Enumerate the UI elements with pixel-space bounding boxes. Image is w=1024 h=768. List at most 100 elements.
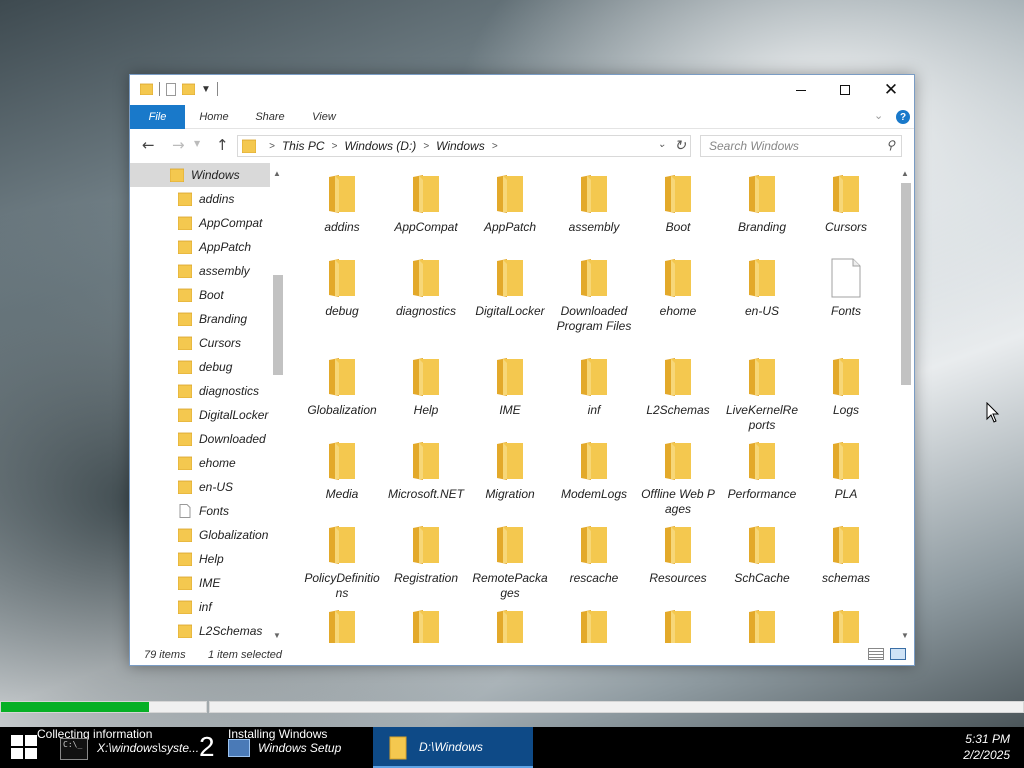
file-item[interactable]: schemas	[804, 525, 888, 586]
breadcrumb-chevron-icon[interactable]: >	[332, 141, 338, 152]
file-item[interactable]	[552, 609, 636, 643]
nav-item[interactable]: addins	[177, 187, 234, 211]
nav-item[interactable]: assembly	[177, 259, 250, 283]
nav-item[interactable]: Downloaded	[177, 427, 266, 451]
file-item[interactable]: PolicyDefinitions	[300, 525, 384, 601]
system-clock[interactable]: 5:31 PM 2/2/2025	[963, 731, 1010, 763]
file-item[interactable]: Resources	[636, 525, 720, 586]
file-item[interactable]	[468, 609, 552, 643]
search-input[interactable]: Search Windows ⚲	[700, 135, 902, 157]
breadcrumb-chevron-icon[interactable]: >	[492, 141, 498, 152]
file-item[interactable]: AppPatch	[468, 174, 552, 235]
scrollbar-thumb[interactable]	[273, 275, 283, 375]
task-explorer[interactable]: D:\Windows	[373, 727, 533, 768]
nav-item[interactable]: en-US	[177, 475, 233, 499]
file-item[interactable]: Help	[384, 357, 468, 418]
file-item[interactable]	[300, 609, 384, 643]
file-item[interactable]	[384, 609, 468, 643]
scroll-down-arrow-icon[interactable]: ▼	[273, 631, 281, 640]
nav-item[interactable]: Help	[177, 547, 224, 571]
tab-home[interactable]: Home	[190, 105, 238, 129]
file-item[interactable]: ModemLogs	[552, 441, 636, 502]
minimize-button[interactable]	[778, 75, 824, 105]
nav-item[interactable]: L2Schemas	[177, 619, 262, 643]
nav-item[interactable]: debug	[177, 355, 232, 379]
file-item[interactable]: SchCache	[720, 525, 804, 586]
file-item[interactable]: Offline Web Pages	[636, 441, 720, 517]
refresh-icon[interactable]: ↻	[674, 137, 686, 154]
nav-scrollbar[interactable]: ▲ ▼	[270, 167, 286, 643]
file-item[interactable]	[804, 609, 888, 643]
file-item[interactable]: Cursors	[804, 174, 888, 235]
file-item[interactable]: Fonts	[804, 258, 888, 319]
breadcrumb-windows[interactable]: Windows	[436, 139, 485, 153]
tab-view[interactable]: View	[302, 105, 346, 129]
nav-item[interactable]: AppCompat	[177, 211, 262, 235]
file-item[interactable]: rescache	[552, 525, 636, 586]
file-item[interactable]: Migration	[468, 441, 552, 502]
forward-arrow-icon[interactable]: →	[172, 136, 185, 154]
tab-file[interactable]: File	[130, 105, 185, 129]
nav-item[interactable]: Globalization	[177, 523, 268, 547]
file-item[interactable]: inf	[552, 357, 636, 418]
scrollbar-thumb[interactable]	[901, 183, 911, 385]
file-item[interactable]: Microsoft.NET	[384, 441, 468, 502]
large-icons-view-icon[interactable]	[890, 648, 906, 660]
file-item[interactable]: en-US	[720, 258, 804, 319]
details-view-icon[interactable]	[868, 648, 884, 660]
file-item[interactable]	[636, 609, 720, 643]
customize-toolbar-dropdown-icon[interactable]: ▼	[201, 84, 211, 95]
file-item[interactable]: ehome	[636, 258, 720, 319]
tab-share[interactable]: Share	[248, 105, 292, 129]
close-button[interactable]: ✕	[868, 75, 914, 105]
properties-icon[interactable]	[166, 82, 176, 96]
nav-item[interactable]: Cursors	[177, 331, 241, 355]
task-command-prompt[interactable]: X:\windows\syste...	[97, 741, 199, 755]
nav-item[interactable]: ehome	[177, 451, 236, 475]
nav-item[interactable]: diagnostics	[177, 379, 259, 403]
nav-item[interactable]: AppPatch	[177, 235, 251, 259]
nav-item-windows[interactable]: Windows	[130, 163, 270, 187]
file-item[interactable]: debug	[300, 258, 384, 319]
content-scrollbar[interactable]: ▲ ▼	[898, 167, 914, 643]
file-item[interactable]: AppCompat	[384, 174, 468, 235]
scroll-up-arrow-icon[interactable]: ▲	[273, 169, 281, 178]
nav-item[interactable]: Boot	[177, 283, 224, 307]
nav-item[interactable]: inf	[177, 595, 212, 619]
recent-locations-chevron-icon[interactable]: ▼	[194, 139, 200, 148]
file-item[interactable]: addins	[300, 174, 384, 235]
up-arrow-icon[interactable]: ↑	[216, 136, 229, 154]
file-item[interactable]: Media	[300, 441, 384, 502]
title-bar[interactable]: ▼ ✕	[130, 75, 914, 105]
file-item[interactable]: diagnostics	[384, 258, 468, 319]
new-folder-icon[interactable]	[182, 83, 195, 95]
maximize-button[interactable]	[822, 75, 868, 105]
file-item[interactable]: Downloaded Program Files	[552, 258, 636, 334]
address-bar[interactable]: > This PC > Windows (D:) > Windows > ⌄ ↻	[237, 135, 691, 157]
file-item[interactable]: Boot	[636, 174, 720, 235]
file-item[interactable]: assembly	[552, 174, 636, 235]
file-item[interactable]: RemotePackages	[468, 525, 552, 601]
address-dropdown-icon[interactable]: ⌄	[658, 139, 666, 150]
file-item[interactable]	[720, 609, 804, 643]
nav-item[interactable]: Fonts	[178, 499, 229, 523]
breadcrumb-drive[interactable]: Windows (D:)	[344, 139, 416, 153]
nav-item[interactable]: IME	[177, 571, 220, 595]
file-item[interactable]: PLA	[804, 441, 888, 502]
file-item[interactable]: LiveKernelReports	[720, 357, 804, 433]
file-item[interactable]: Registration	[384, 525, 468, 586]
back-arrow-icon[interactable]: ←	[142, 136, 155, 154]
help-icon[interactable]: ?	[896, 110, 910, 124]
file-item[interactable]: Performance	[720, 441, 804, 502]
breadcrumb-this-pc[interactable]: This PC	[282, 139, 325, 153]
file-item[interactable]: Logs	[804, 357, 888, 418]
breadcrumb-chevron-icon[interactable]: >	[269, 141, 275, 152]
file-item[interactable]: Globalization	[300, 357, 384, 418]
start-button[interactable]	[11, 735, 37, 759]
file-item[interactable]: L2Schemas	[636, 357, 720, 418]
breadcrumb-chevron-icon[interactable]: >	[423, 141, 429, 152]
task-windows-setup[interactable]: Windows Setup	[258, 741, 341, 755]
file-item[interactable]: Branding	[720, 174, 804, 235]
nav-item[interactable]: Branding	[177, 307, 247, 331]
scroll-up-arrow-icon[interactable]: ▲	[901, 169, 909, 178]
